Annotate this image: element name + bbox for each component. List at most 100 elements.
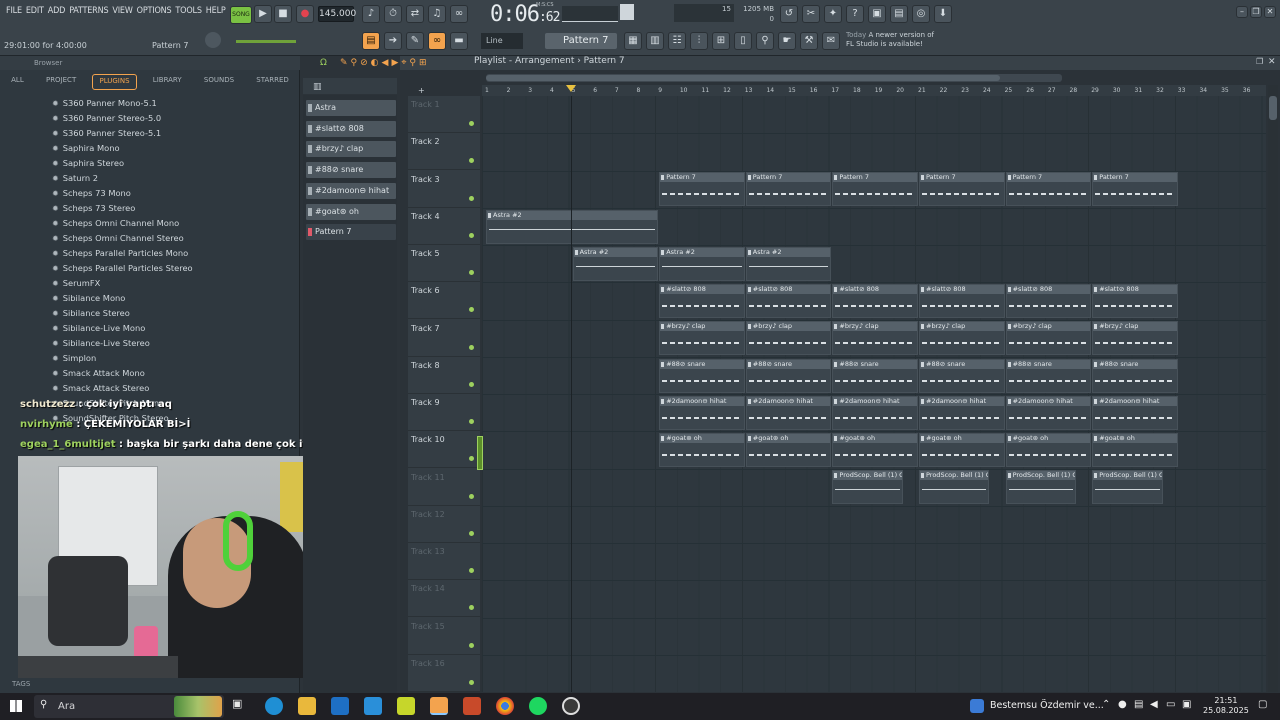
ruler-bar-number[interactable]: 22 — [940, 87, 948, 94]
save-icon[interactable]: ▣ — [868, 5, 886, 23]
ruler-bar-number[interactable]: 32 — [1156, 87, 1164, 94]
playlist-clip[interactable]: #2damoon⊖ hihat — [1092, 395, 1178, 430]
stop-button[interactable]: ■ — [274, 5, 292, 23]
track-header[interactable]: Track 14 — [408, 580, 480, 618]
track-mute-led[interactable] — [469, 530, 474, 536]
track-mute-led[interactable] — [469, 642, 474, 648]
system-clock[interactable]: 21:51 25.08.2025 — [1203, 696, 1249, 716]
horizontal-scroll-thumb[interactable] — [486, 75, 1000, 81]
track-header[interactable]: Track 10 — [408, 431, 480, 469]
playlist-clip[interactable]: #goat⊛ oh — [1005, 433, 1092, 467]
pattern-item[interactable]: #slatt⊘ 808 — [306, 120, 396, 137]
playlist-clip[interactable]: #goat⊛ oh — [659, 433, 745, 467]
play-button[interactable]: ▶ — [254, 5, 272, 23]
playlist-clip[interactable]: ProdScop. Bell (1) C — [1092, 470, 1163, 505]
tray-chevron-icon[interactable]: ⌃ — [1102, 699, 1110, 710]
song-mode-toggle[interactable]: SONG — [230, 6, 252, 24]
playlist-icon[interactable]: ▦ — [624, 32, 642, 50]
plugin-item[interactable]: Scheps 73 Mono — [52, 186, 193, 201]
ruler-bar-number[interactable]: 16 — [810, 87, 818, 94]
track-header[interactable]: Track 9 — [408, 394, 480, 431]
playlist-clip[interactable]: #88⊘ snare — [832, 358, 918, 393]
plugin-item[interactable]: Scheps Parallel Particles Mono — [52, 246, 193, 261]
mixer-app-icon[interactable] — [463, 697, 481, 715]
playlist-clip[interactable]: #88⊘ snare — [1092, 358, 1178, 393]
network-icon[interactable]: ▤ — [1134, 699, 1143, 710]
track-mute-led[interactable] — [469, 568, 474, 573]
browser-tab-library[interactable]: LIBRARY — [147, 74, 188, 90]
track-mute-led[interactable] — [469, 605, 474, 611]
track-mute-led[interactable] — [469, 381, 474, 387]
ruler-bar-number[interactable]: 29 — [1091, 87, 1099, 94]
plugin-item[interactable]: Sibilance Stereo — [52, 306, 193, 321]
plugin-item[interactable]: Simplon — [52, 351, 193, 366]
playlist-clip[interactable]: #2damoon⊖ hihat — [919, 395, 1005, 430]
plugin-item[interactable]: Scheps Omni Channel Mono — [52, 216, 193, 231]
playlist-clip[interactable]: Pattern 7 — [659, 172, 745, 207]
ruler-bar-number[interactable]: 12 — [723, 87, 731, 94]
ruler-bar-number[interactable]: 26 — [1026, 87, 1034, 94]
track-mute-led[interactable] — [469, 419, 474, 424]
browser-tab-plugins[interactable]: PLUGINS — [92, 74, 137, 90]
playlist-clip[interactable]: #2damoon⊖ hihat — [745, 395, 832, 430]
playlist-clip[interactable]: Astra #2 — [572, 246, 659, 281]
track-header[interactable]: Track 4 — [408, 208, 480, 245]
playlist-clip[interactable]: #goat⊛ oh — [745, 433, 832, 467]
download-icon[interactable]: ⬇ — [934, 5, 952, 23]
render-icon[interactable]: ▤ — [890, 5, 908, 23]
ruler-bar-number[interactable]: 10 — [680, 87, 688, 94]
playlist-clip[interactable]: Pattern 7 — [745, 172, 832, 207]
plugin-item[interactable]: SerumFX — [52, 276, 193, 291]
ruler-bar-number[interactable]: 17 — [831, 87, 839, 94]
playlist-clip[interactable]: #goat⊛ oh — [1092, 433, 1178, 467]
ruler-bar-number[interactable]: 1 — [485, 87, 489, 94]
ruler-bar-number[interactable]: 35 — [1221, 87, 1229, 94]
ruler-bar-number[interactable]: 25 — [1005, 87, 1013, 94]
blend-notes-icon[interactable]: ♫ — [428, 5, 446, 23]
playlist-clip[interactable]: #brzy♪ clap — [1092, 321, 1178, 356]
task-view-icon[interactable]: ▣ — [232, 697, 250, 715]
playlist-clip[interactable]: Astra #2 — [745, 246, 832, 281]
piano-icon[interactable]: ▥ — [313, 82, 322, 92]
playlist-clip[interactable]: #slatt⊘ 808 — [1005, 284, 1092, 318]
ruler-bar-number[interactable]: 36 — [1243, 87, 1251, 94]
menu-item-tools[interactable]: TOOLS — [173, 6, 203, 16]
snap-select[interactable]: Line — [481, 33, 523, 49]
plugin-item[interactable]: Saphira Stereo — [52, 156, 193, 171]
playlist-clip[interactable]: #88⊘ snare — [1005, 358, 1092, 393]
ruler-bar-number[interactable]: 14 — [766, 87, 774, 94]
pattern-item[interactable]: #brzy♪ clap — [306, 141, 396, 158]
plugin-item[interactable]: Scheps 73 Stereo — [52, 201, 193, 216]
ruler-bar-number[interactable]: 23 — [961, 87, 969, 94]
window-minimize-icon[interactable]: – — [1236, 6, 1248, 18]
plugin-item[interactable]: Scheps Parallel Particles Stereo — [52, 261, 193, 276]
plugin-item[interactable]: Smack Attack Stereo — [52, 381, 193, 396]
track-header[interactable]: Track 11 — [408, 469, 480, 506]
link-tool-icon[interactable]: ∞ — [428, 32, 446, 50]
wrench-icon[interactable]: ⚒ — [800, 32, 818, 50]
browser-tab-sounds[interactable]: SOUNDS — [198, 74, 240, 90]
ruler-bar-number[interactable]: 6 — [593, 87, 597, 94]
ruler-bar-number[interactable]: 21 — [918, 87, 926, 94]
playlist-close-icon[interactable]: ✕ — [1268, 57, 1276, 67]
track-mute-led[interactable] — [469, 195, 474, 201]
ruler-bar-number[interactable]: 20 — [896, 87, 904, 94]
start-icon[interactable] — [10, 700, 22, 712]
media-app-icon[interactable] — [970, 699, 984, 713]
obs-icon[interactable] — [562, 697, 580, 715]
ruler-bar-number[interactable]: 28 — [1070, 87, 1078, 94]
file-explorer-icon[interactable] — [298, 697, 316, 715]
display-icon[interactable]: ▣ — [1182, 699, 1191, 710]
playlist-clip[interactable]: #slatt⊘ 808 — [1092, 284, 1178, 318]
zoom-icon[interactable]: + — [418, 86, 425, 95]
typing-keyboard-icon[interactable]: ▬ — [450, 32, 468, 50]
pattern-item[interactable]: Pattern 7 — [306, 224, 396, 241]
menu-item-options[interactable]: OPTIONS — [135, 6, 174, 16]
mixer-view-icon[interactable]: ⫶ — [690, 32, 708, 50]
ruler-bar-number[interactable]: 18 — [853, 87, 861, 94]
playlist-clip[interactable]: Astra #2 — [486, 209, 659, 244]
ruler-bar-number[interactable]: 30 — [1113, 87, 1121, 94]
browser-tab-starred[interactable]: STARRED — [250, 74, 295, 90]
playlist-maximize-icon[interactable]: ❐ — [1256, 57, 1263, 66]
ruler-bar-number[interactable]: 24 — [983, 87, 991, 94]
